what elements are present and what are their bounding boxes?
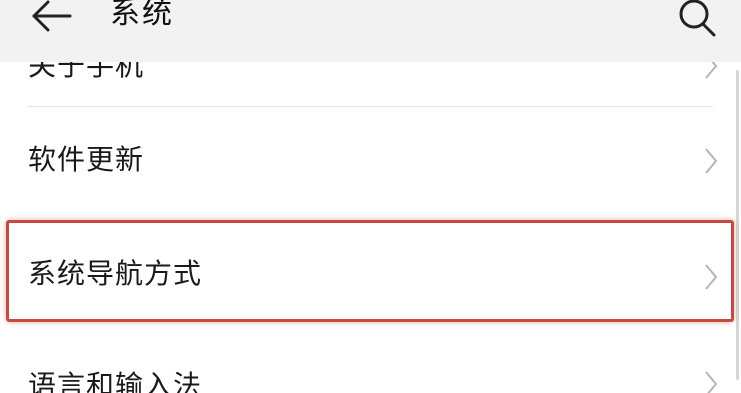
settings-screen: 关于手机 软件更新 系统导航方式 语言和输入法 系统: [0, 0, 741, 393]
search-icon: [679, 0, 716, 37]
chevron-right-icon: [705, 148, 718, 174]
search-button[interactable]: [672, 0, 724, 38]
arrow-left-icon: [32, 0, 72, 32]
list-item-software-update[interactable]: 软件更新: [0, 107, 741, 217]
list-item-label: 语言和输入法: [28, 369, 203, 393]
chevron-right-icon: [705, 264, 718, 290]
list-item-language-input[interactable]: 语言和输入法: [0, 330, 741, 393]
list-item-label: 软件更新: [28, 143, 145, 176]
list-item-label: 系统导航方式: [28, 257, 203, 290]
back-button[interactable]: [26, 0, 76, 40]
chevron-right-icon: [705, 371, 718, 393]
list-item-system-navigation[interactable]: 系统导航方式: [0, 218, 741, 328]
scrollbar[interactable]: [736, 70, 739, 380]
page-title: 系统: [110, 0, 174, 31]
app-header: 系统: [0, 0, 741, 62]
